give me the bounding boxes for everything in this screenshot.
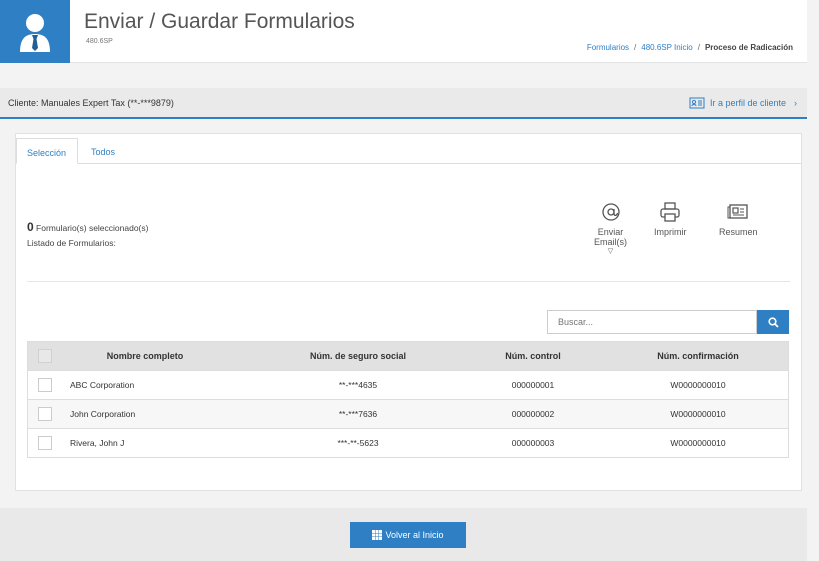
- col-control[interactable]: Núm. control: [458, 351, 608, 361]
- selected-count-label: Formulario(s) seleccionado(s): [33, 223, 149, 233]
- breadcrumb-current: Proceso de Radicación: [704, 43, 793, 52]
- breadcrumb-separator: /: [634, 43, 637, 52]
- select-all-checkbox[interactable]: [38, 349, 52, 363]
- table-header: Nombre completo Núm. de seguro social Nú…: [28, 342, 788, 370]
- cell-ssn: **-***4635: [338, 380, 378, 390]
- back-home-button[interactable]: Volver al Inicio: [350, 522, 466, 548]
- client-profile-link[interactable]: Ir a perfil de cliente ›: [689, 97, 797, 109]
- chevron-right-icon: ›: [794, 97, 797, 108]
- col-full-name[interactable]: Nombre completo: [62, 351, 258, 361]
- email-label-2: Email(s): [594, 237, 627, 247]
- page-footer: Volver al Inicio: [0, 508, 807, 561]
- breadcrumb-forms[interactable]: Formularios: [587, 43, 629, 52]
- id-card-icon: [689, 97, 705, 108]
- tabs-underline: [78, 163, 801, 164]
- at-sign-icon: [601, 203, 620, 221]
- summary-button[interactable]: Resumen: [719, 202, 758, 237]
- cell-control: 000000002: [511, 409, 555, 419]
- profile-link-label: Ir a perfil de cliente: [709, 97, 786, 108]
- search-icon: [767, 316, 779, 328]
- page-scrollbar[interactable]: [807, 0, 819, 561]
- printer-icon: [660, 202, 680, 222]
- newspaper-icon: [727, 204, 748, 219]
- email-button[interactable]: Enviar Email(s) ▽: [594, 202, 627, 255]
- client-bar: Cliente: Manuales Expert Tax (**-***9879…: [0, 88, 807, 119]
- back-home-label: Volver al Inicio: [385, 530, 444, 540]
- print-label: Imprimir: [654, 227, 687, 237]
- cell-control: 000000001: [511, 380, 555, 390]
- cell-confirmation: W0000000010: [670, 438, 726, 448]
- selected-count: 0 Formulario(s) seleccionado(s): [27, 220, 148, 234]
- cell-name: Rivera, John J: [70, 438, 125, 448]
- user-avatar-icon: [0, 0, 70, 63]
- print-button[interactable]: Imprimir: [654, 202, 687, 237]
- page-title: Enviar / Guardar Formularios: [84, 10, 355, 33]
- forms-table: Nombre completo Núm. de seguro social Nú…: [27, 341, 789, 458]
- row-checkbox[interactable]: [38, 378, 52, 392]
- page-header: Enviar / Guardar Formularios 480.6SP For…: [0, 0, 807, 63]
- table-row[interactable]: ABC Corporation **-***4635 000000001 W00…: [28, 370, 788, 399]
- col-confirmation[interactable]: Núm. confirmación: [608, 351, 788, 361]
- cell-ssn: ***-**-5623: [337, 438, 379, 448]
- forms-panel: Selección Todos 0 Formulario(s) seleccio…: [15, 133, 802, 491]
- table-row[interactable]: Rivera, John J ***-**-5623 000000003 W00…: [28, 428, 788, 457]
- table-row[interactable]: John Corporation **-***7636 000000002 W0…: [28, 399, 788, 428]
- search-button[interactable]: [757, 310, 789, 334]
- breadcrumb: Formularios / 480.6SP Inicio / Proceso d…: [587, 43, 793, 52]
- search-input[interactable]: [547, 310, 757, 334]
- grid-icon: [372, 530, 383, 540]
- breadcrumb-480-home[interactable]: 480.6SP Inicio: [641, 43, 692, 52]
- search-bar: [547, 310, 789, 334]
- col-ssn[interactable]: Núm. de seguro social: [258, 351, 458, 361]
- cell-name: ABC Corporation: [70, 380, 135, 390]
- tabs-bar: Selección Todos: [16, 134, 801, 164]
- client-name: Cliente: Manuales Expert Tax (**-***9879…: [8, 97, 174, 108]
- cell-control: 000000003: [511, 438, 555, 448]
- row-checkbox[interactable]: [38, 436, 52, 450]
- breadcrumb-separator: /: [697, 43, 700, 52]
- email-label-1: Enviar: [597, 227, 624, 237]
- cell-confirmation: W0000000010: [670, 380, 726, 390]
- cell-name: John Corporation: [70, 409, 136, 419]
- section-divider: [27, 281, 790, 282]
- page-subtitle: 480.6SP: [86, 38, 113, 45]
- forms-list-label: Listado de Formularios:: [27, 238, 116, 248]
- summary-label: Resumen: [719, 227, 758, 237]
- selected-count-number: 0: [27, 220, 34, 234]
- tab-all[interactable]: Todos: [81, 138, 125, 164]
- cell-ssn: **-***7636: [338, 409, 378, 419]
- tab-selection[interactable]: Selección: [16, 138, 78, 164]
- row-checkbox[interactable]: [38, 407, 52, 421]
- caret-down-icon: ▽: [607, 248, 614, 255]
- cell-confirmation: W0000000010: [670, 409, 726, 419]
